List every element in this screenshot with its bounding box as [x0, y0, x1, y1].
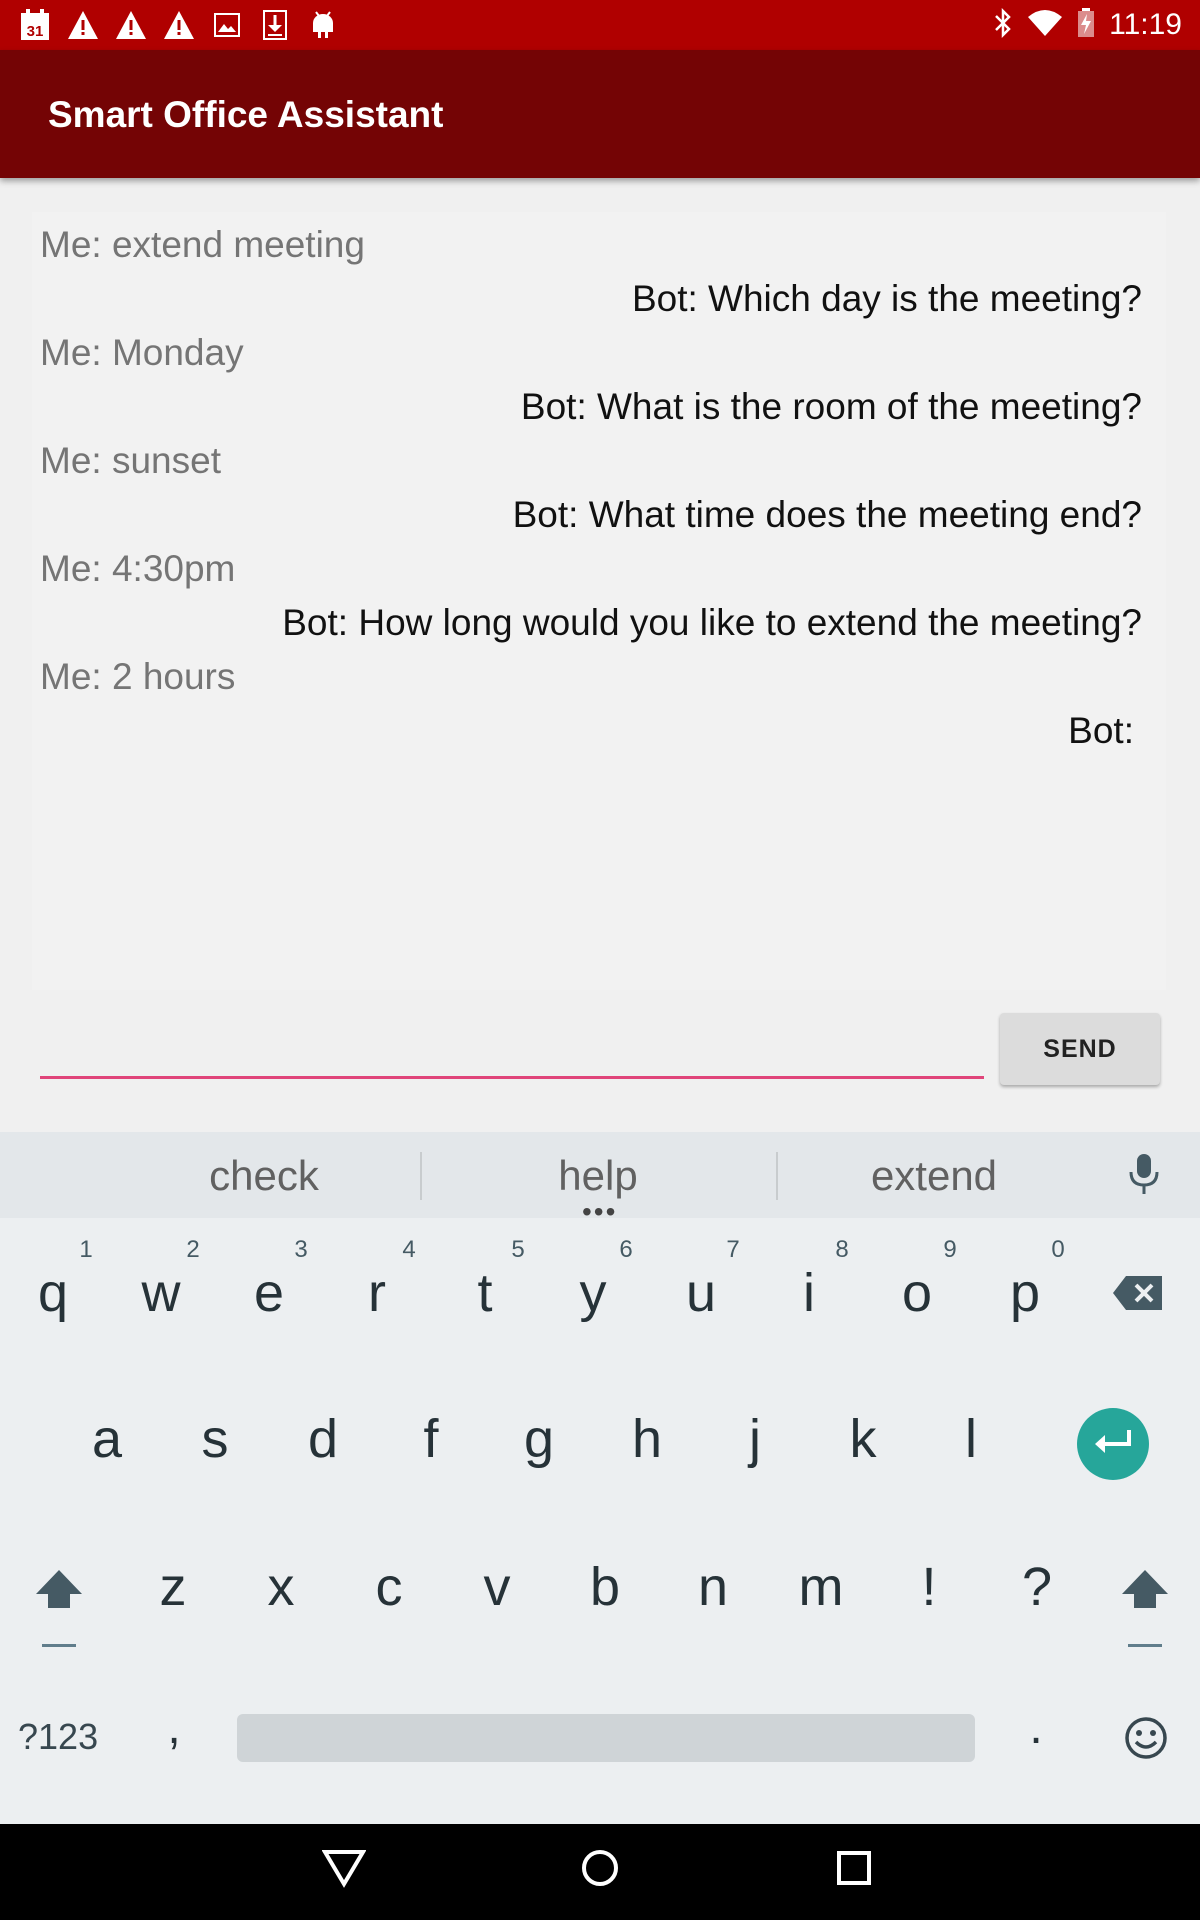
suggestion-extend[interactable]: extend — [804, 1152, 1064, 1200]
suggestion-strip: check help extend ••• — [0, 1132, 1200, 1226]
message-bot: Bot: Which day is the meeting? — [631, 278, 1142, 319]
battery-charging-icon — [1077, 7, 1095, 43]
key-m[interactable]: m — [781, 1556, 861, 1618]
key-p[interactable]: p — [985, 1262, 1065, 1324]
key-hint: 3 — [294, 1236, 308, 1263]
warning-icon — [66, 8, 100, 42]
shift-left-icon[interactable] — [34, 1568, 84, 1659]
calendar-icon: 31 — [18, 8, 52, 42]
recents-icon[interactable] — [836, 1850, 872, 1891]
back-icon[interactable] — [321, 1848, 367, 1893]
key-f[interactable]: f — [391, 1408, 471, 1470]
android-icon — [306, 8, 340, 42]
symbols-key[interactable]: ?123 — [18, 1716, 98, 1758]
key-i[interactable]: i — [769, 1262, 849, 1324]
app-title: Smart Office Assistant — [48, 94, 444, 135]
key-hint: 4 — [402, 1236, 416, 1263]
key-t[interactable]: t — [445, 1262, 525, 1324]
key-hint: 6 — [619, 1236, 633, 1263]
message-bot: Bot: How long would you like to extend t… — [282, 602, 1142, 643]
chat-log[interactable]: Me: extend meeting Bot: Which day is the… — [32, 212, 1166, 990]
key-r[interactable]: r — [337, 1262, 417, 1324]
enter-button[interactable] — [1077, 1408, 1149, 1480]
suggestion-check[interactable]: check — [134, 1152, 394, 1200]
more-suggestions-icon[interactable]: ••• — [582, 1198, 617, 1226]
key-hint: 8 — [835, 1236, 849, 1263]
shift-right-icon[interactable] — [1120, 1568, 1170, 1659]
backspace-icon[interactable] — [1112, 1274, 1164, 1317]
navigation-bar — [0, 1824, 1200, 1920]
key-exclamation[interactable]: ! — [889, 1556, 969, 1618]
key-question[interactable]: ? — [997, 1556, 1077, 1618]
key-e[interactable]: e — [229, 1262, 309, 1324]
key-z[interactable]: z — [133, 1556, 213, 1618]
key-k[interactable]: k — [823, 1408, 903, 1470]
message-me: Me: Monday — [40, 332, 244, 373]
key-c[interactable]: c — [349, 1556, 429, 1618]
key-hint: 9 — [943, 1236, 957, 1263]
key-hint: 0 — [1051, 1236, 1065, 1263]
emoji-icon[interactable] — [1124, 1716, 1168, 1765]
message-me: Me: sunset — [40, 440, 221, 481]
warning-icon — [162, 8, 196, 42]
enter-icon — [1093, 1428, 1133, 1461]
key-g[interactable]: g — [499, 1408, 579, 1470]
home-icon[interactable] — [580, 1848, 620, 1893]
key-period[interactable]: . — [996, 1700, 1076, 1755]
wifi-icon — [1027, 9, 1063, 42]
suggestion-divider — [776, 1152, 778, 1200]
message-bot: Bot: What is the room of the meeting? — [520, 386, 1142, 427]
key-y[interactable]: y — [553, 1262, 633, 1324]
key-x[interactable]: x — [241, 1556, 321, 1618]
send-button[interactable]: SEND — [1000, 1013, 1160, 1085]
key-s[interactable]: s — [175, 1408, 255, 1470]
message-bot: Bot: What time does the meeting end? — [512, 494, 1142, 535]
key-h[interactable]: h — [607, 1408, 687, 1470]
key-w[interactable]: w — [121, 1262, 201, 1324]
svg-text:31: 31 — [27, 23, 44, 40]
key-hint: 2 — [186, 1236, 200, 1263]
message-me: Me: 2 hours — [40, 656, 236, 697]
key-hint: 5 — [511, 1236, 525, 1263]
download-icon — [258, 8, 292, 42]
status-time: 11:19 — [1109, 8, 1182, 41]
message-input[interactable] — [40, 1030, 984, 1079]
key-comma[interactable]: , — [134, 1700, 214, 1755]
app-bar: Smart Office Assistant — [0, 50, 1200, 178]
key-hint: 1 — [79, 1236, 93, 1263]
key-hint: 7 — [726, 1236, 740, 1263]
key-l[interactable]: l — [931, 1408, 1011, 1470]
space-bar[interactable] — [237, 1714, 975, 1762]
key-n[interactable]: n — [673, 1556, 753, 1618]
bluetooth-icon — [993, 7, 1013, 43]
key-u[interactable]: u — [661, 1262, 741, 1324]
key-j[interactable]: j — [715, 1408, 795, 1470]
key-o[interactable]: o — [877, 1262, 957, 1324]
key-a[interactable]: a — [67, 1408, 147, 1470]
key-v[interactable]: v — [457, 1556, 537, 1618]
message-me: Me: 4:30pm — [40, 548, 236, 589]
key-q[interactable]: q — [13, 1262, 93, 1324]
status-bar: 31 11:19 — [0, 0, 1200, 50]
microphone-icon[interactable] — [1126, 1152, 1162, 1201]
image-icon — [210, 8, 244, 42]
message-me: Me: extend meeting — [40, 224, 365, 265]
warning-icon — [114, 8, 148, 42]
suggestion-divider — [420, 1152, 422, 1200]
message-bot: Bot: — [1068, 710, 1134, 751]
key-b[interactable]: b — [565, 1556, 645, 1618]
key-d[interactable]: d — [283, 1408, 363, 1470]
suggestion-help[interactable]: help — [468, 1152, 728, 1200]
